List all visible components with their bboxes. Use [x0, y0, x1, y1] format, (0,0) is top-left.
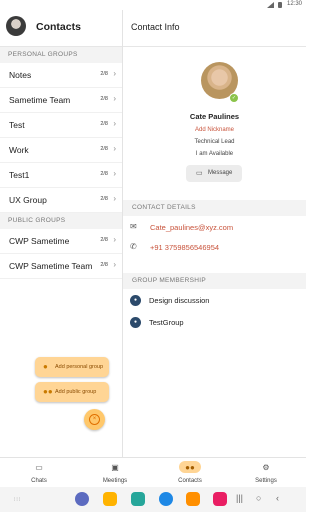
add-public-group-label: Add public group [55, 389, 97, 395]
group-count: 2/8 [100, 121, 108, 127]
app-icon-4[interactable] [159, 492, 173, 506]
chevron-right-icon: › [113, 144, 116, 153]
meetings-icon: ▣ [111, 463, 119, 472]
contact-details-header: CONTACT DETAILS [123, 200, 306, 216]
chevron-right-icon: › [113, 169, 116, 178]
group-row-notes[interactable]: Notes 2/8 › [0, 63, 122, 88]
gear-icon: ⚙ [262, 463, 270, 472]
group-name: Test [9, 120, 25, 130]
app-icon-2[interactable] [103, 492, 117, 506]
contact-info-header: Contact Info [123, 10, 306, 47]
tab-chats[interactable]: ▭ Chats [9, 458, 69, 488]
add-person-icon: ● [43, 362, 48, 371]
group-row-cwp-sametime[interactable]: CWP Sametime 2/8 › [0, 229, 122, 254]
group-count: 2/8 [100, 262, 108, 268]
group-membership-header: GROUP MEMBERSHIP [123, 273, 306, 289]
group-row-ux-group[interactable]: UX Group 2/8 › [0, 188, 122, 213]
add-group-icon: ●● [43, 387, 53, 396]
membership-name: Design discussion [149, 296, 210, 305]
add-nickname-link[interactable]: Add Nickname [123, 127, 306, 133]
public-groups-header: PUBLIC GROUPS [0, 213, 122, 229]
group-row-cwp-sametime-team[interactable]: CWP Sametime Team 2/8 › [0, 254, 122, 279]
email-row[interactable]: ✉ Cate_paulines@xyz.com [123, 218, 306, 238]
app-drawer-icon[interactable]: ⁞⁞⁞ [14, 497, 21, 503]
back-button-icon[interactable]: ‹ [276, 493, 279, 503]
membership-row-design-discussion[interactable]: ● Design discussion [123, 290, 306, 312]
clock: 12:30 [286, 1, 302, 7]
group-name: CWP Sametime Team [9, 261, 93, 271]
group-count: 2/8 [100, 171, 108, 177]
chevron-right-icon: › [113, 94, 116, 103]
app-icon-3[interactable] [131, 492, 145, 506]
contacts-icon: ●● [185, 463, 195, 472]
tab-settings[interactable]: ⚙ Settings [236, 458, 296, 488]
phone-value: +91 3759856546954 [150, 243, 220, 252]
phone-icon: ✆ [130, 242, 137, 251]
add-personal-group-button[interactable]: ● Add personal group [35, 357, 109, 377]
contact-info-pane: Contact Info ✓ Cate Paulines Add Nicknam… [123, 10, 306, 457]
home-button-icon[interactable]: ○ [256, 493, 261, 503]
group-count: 2/8 [100, 71, 108, 77]
add-public-group-button[interactable]: ●● Add public group [35, 382, 109, 402]
personal-groups-header: PERSONAL GROUPS [0, 47, 122, 63]
chevron-right-icon: › [113, 194, 116, 203]
group-count: 2/8 [100, 146, 108, 152]
app-icon-6[interactable] [213, 492, 227, 506]
tab-label: Contacts [178, 478, 202, 484]
contact-name: Cate Paulines [189, 112, 240, 121]
group-icon: ● [130, 295, 141, 306]
membership-name: TestGroup [149, 318, 184, 327]
chevron-right-icon: › [113, 235, 116, 244]
group-count: 2/8 [100, 196, 108, 202]
fab-close-button[interactable]: × [84, 409, 105, 430]
my-avatar[interactable] [6, 16, 26, 36]
chat-icon: ▭ [35, 463, 43, 472]
group-row-test1[interactable]: Test1 2/8 › [0, 163, 122, 188]
tab-label: Settings [255, 478, 277, 484]
contact-info-title: Contact Info [131, 22, 180, 32]
app-icon-5[interactable] [186, 492, 200, 506]
add-personal-group-label: Add personal group [55, 364, 104, 370]
page-title: Contacts [36, 21, 81, 33]
mail-icon: ✉ [130, 222, 137, 231]
chevron-right-icon: › [113, 260, 116, 269]
group-icon: ● [130, 317, 141, 328]
tab-label: Chats [31, 478, 47, 484]
contacts-header: Contacts [0, 10, 122, 47]
contact-status: I am Available [195, 151, 234, 157]
wifi-icon [267, 2, 274, 8]
group-name: UX Group [9, 195, 47, 205]
group-name: Sametime Team [9, 95, 71, 105]
presence-available-icon: ✓ [229, 93, 239, 103]
group-row-sametime-team[interactable]: Sametime Team 2/8 › [0, 88, 122, 113]
close-icon: × [89, 414, 100, 425]
chevron-right-icon: › [113, 69, 116, 78]
phone-row[interactable]: ✆ +91 3759856546954 [123, 238, 306, 258]
battery-icon [278, 2, 282, 8]
group-name: Work [9, 145, 29, 155]
app-icon-1[interactable] [75, 492, 89, 506]
membership-row-testgroup[interactable]: ● TestGroup [123, 312, 306, 334]
recents-button-icon[interactable]: ||| [236, 493, 243, 503]
group-count: 2/8 [100, 237, 108, 243]
group-row-test[interactable]: Test 2/8 › [0, 113, 122, 138]
message-button[interactable]: ▭ Message [186, 165, 242, 182]
group-row-work[interactable]: Work 2/8 › [0, 138, 122, 163]
tab-contacts[interactable]: ●● Contacts [160, 458, 220, 488]
group-name: Test1 [9, 170, 30, 180]
email-value: Cate_paulines@xyz.com [150, 223, 234, 232]
chevron-right-icon: › [113, 119, 116, 128]
system-nav-bar: ⁞⁞⁞ ||| ○ ‹ [0, 487, 306, 512]
status-bar: 12:30 [0, 0, 306, 10]
contact-role: Technical Lead [194, 139, 235, 145]
group-name: Notes [9, 70, 32, 80]
group-name: CWP Sametime [9, 236, 70, 246]
message-button-label: Message [208, 170, 233, 176]
tab-meetings[interactable]: ▣ Meetings [85, 458, 145, 488]
message-icon: ▭ [196, 170, 203, 177]
bottom-tab-bar: ▭ Chats ▣ Meetings ●● Contacts ⚙ Setting… [0, 457, 306, 488]
group-count: 2/8 [100, 96, 108, 102]
tab-label: Meetings [102, 478, 128, 484]
